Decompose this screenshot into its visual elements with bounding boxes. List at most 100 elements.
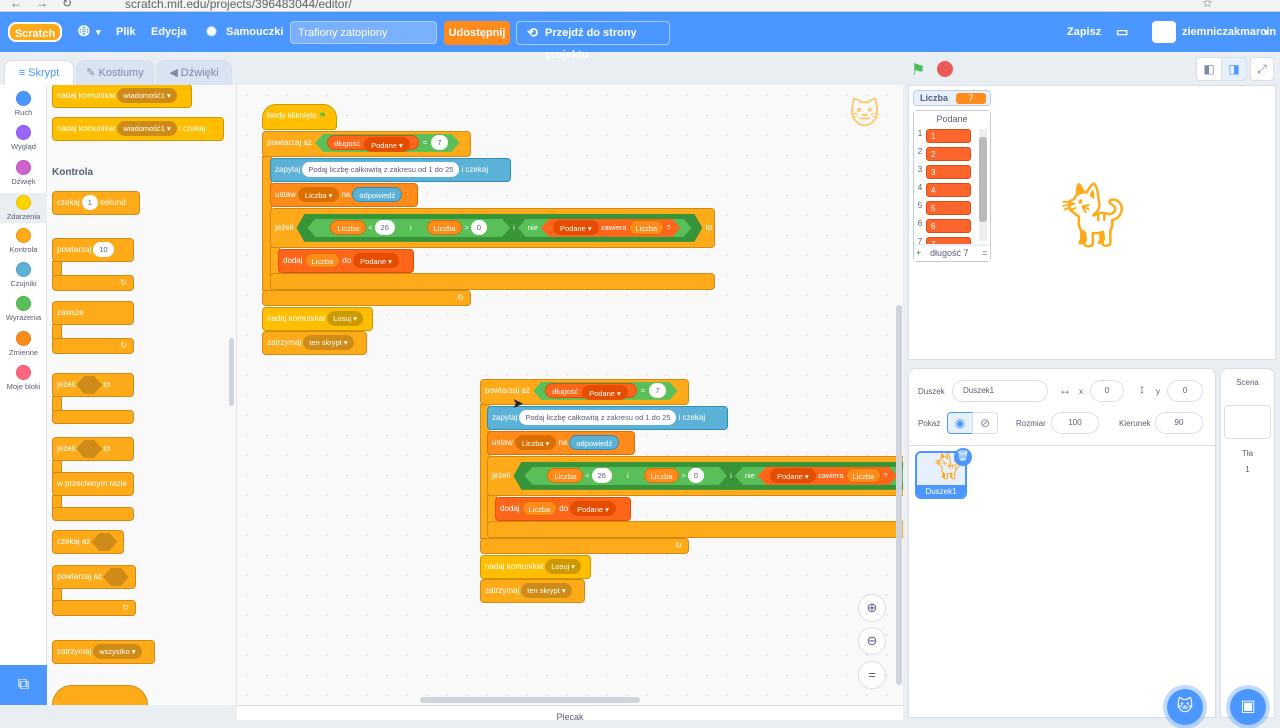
green-flag-button[interactable]: ⚑ xyxy=(911,60,925,80)
category-looks[interactable]: Wygląd xyxy=(0,125,47,151)
and-operator[interactable]: Liczba <26 i Liczba >0 i nie Podane ▾ zawie… xyxy=(296,214,702,242)
list-length-reporter[interactable]: długość Podane ▾ xyxy=(545,383,637,398)
list-item[interactable]: 55 xyxy=(914,201,984,216)
list-item[interactable]: 66 xyxy=(914,219,984,234)
condition-slot[interactable] xyxy=(76,376,102,394)
tab-costumes[interactable]: ✎ Kostiumy xyxy=(76,60,154,85)
count-input[interactable]: 7 xyxy=(431,135,447,150)
sprite-name-input[interactable]: Duszek1 xyxy=(952,380,1048,402)
stop-button[interactable] xyxy=(937,61,953,77)
horizontal-scrollbar[interactable] xyxy=(420,697,640,703)
list-item[interactable]: 22 xyxy=(914,147,984,162)
zoom-in-button[interactable]: ⊕ xyxy=(858,594,886,622)
ask-and-wait-block[interactable]: zapytaj Podaj liczbę całkowitą z zakresu … xyxy=(270,158,511,182)
variable-dropdown[interactable]: Liczba ▾ xyxy=(297,187,340,203)
x-input[interactable]: 0 xyxy=(1090,380,1124,402)
large-stage-button[interactable]: ◨ xyxy=(1221,57,1247,81)
variable-monitor[interactable]: Liczba 7 xyxy=(913,90,991,106)
greater-than-operator[interactable]: Liczba >0 xyxy=(415,219,499,237)
palette-broadcast-and-wait-block[interactable]: nadaj komunikat wiadomość1 ▾ i czekaj xyxy=(52,117,224,141)
zoom-reset-button[interactable]: = xyxy=(858,661,886,689)
palette-wait-block[interactable]: czekaj 1 sekund xyxy=(52,191,140,215)
message-dropdown[interactable]: Losuj ▾ xyxy=(327,311,364,327)
add-to-list-block[interactable]: dodaj Liczba do Podane ▾ xyxy=(278,249,414,273)
not-operator[interactable]: nie Podane ▾ zawiera Liczba? xyxy=(735,467,903,485)
repeat-until-block[interactable]: powtarzaj aż długość Podane ▾ = 7 xyxy=(262,131,471,157)
list-item[interactable]: 11 xyxy=(914,129,984,144)
list-dropdown[interactable]: Podane ▾ xyxy=(770,468,816,483)
save-now-button[interactable]: Zapisz xyxy=(1067,12,1101,52)
stop-dropdown[interactable]: wszystko ▾ xyxy=(93,644,142,660)
username[interactable]: ziemniczakmarcin xyxy=(1182,12,1276,52)
variable-reporter[interactable]: Liczba xyxy=(330,220,366,235)
add-extension-button[interactable]: ⧉ xyxy=(0,665,47,705)
project-title-input[interactable]: Trafiony zatopiony xyxy=(290,21,437,44)
direction-input[interactable]: 90 xyxy=(1155,412,1203,434)
condition-slot[interactable] xyxy=(91,533,117,551)
variable-reporter[interactable]: Liczba xyxy=(304,253,341,269)
cat-sprite[interactable]: 🐈︎ xyxy=(1052,183,1133,247)
y-input[interactable]: 0 xyxy=(1167,380,1203,402)
equals-operator[interactable]: długość Podane ▾ = 7 xyxy=(315,134,459,152)
list-length-reporter[interactable]: długość Podane ▾ xyxy=(327,135,419,150)
variable-dropdown[interactable]: Liczba ▾ xyxy=(514,435,557,451)
variable-reporter[interactable]: Liczba xyxy=(629,220,665,235)
avatar[interactable] xyxy=(1152,21,1176,43)
zoom-out-button[interactable]: ⊖ xyxy=(858,627,886,655)
palette-scrollbar[interactable] xyxy=(229,338,234,406)
language-globe-icon[interactable]: 🌐︎ xyxy=(78,12,90,52)
repeat-input[interactable]: 10 xyxy=(93,242,114,258)
stop-block-2[interactable]: zatrzymaj ten skrypt ▾ xyxy=(480,579,585,603)
script-area[interactable]: 🐱︎ kiedy kliknięto ⚑ powtarzaj aż długoś… xyxy=(237,85,903,705)
menu-edit[interactable]: Edycja xyxy=(151,12,186,52)
list-dropdown[interactable]: Podane ▾ xyxy=(582,385,628,400)
show-hidden-button[interactable]: ⊘ xyxy=(972,412,998,434)
palette-stop-block[interactable]: zatrzymaj wszystko ▾ xyxy=(52,640,155,664)
variable-reporter[interactable]: Liczba xyxy=(427,220,463,235)
stop-dropdown[interactable]: ten skrypt ▾ xyxy=(303,335,354,351)
category-sensing[interactable]: Czujniki xyxy=(0,262,47,288)
list-resize-handle[interactable]: = xyxy=(982,246,987,261)
forward-icon[interactable]: → xyxy=(36,0,48,10)
backpack-header[interactable]: Plecak xyxy=(237,705,903,722)
variable-reporter[interactable]: Liczba xyxy=(521,501,558,517)
list-dropdown[interactable]: Podane ▾ xyxy=(353,253,399,269)
stop-dropdown[interactable]: ten skrypt ▾ xyxy=(521,583,572,599)
palette-hat-block[interactable] xyxy=(52,685,148,705)
palette-if-block[interactable]: jeżeli to xyxy=(52,373,134,397)
list-contains-block[interactable]: Podane ▾ zawiera Liczba? xyxy=(758,467,897,485)
fullscreen-button[interactable]: ⤢ xyxy=(1250,57,1274,81)
variable-reporter[interactable]: Liczba xyxy=(547,468,583,483)
variable-reporter[interactable]: Liczba xyxy=(644,468,680,483)
greater-than-operator[interactable]: Liczba >0 xyxy=(632,467,716,485)
upper-input[interactable]: 26 xyxy=(375,220,395,235)
back-icon[interactable]: ← xyxy=(10,0,22,10)
and-operator[interactable]: Liczba <26 i Liczba >0 i nie Podane ▾ zawie… xyxy=(513,462,903,490)
wait-input[interactable]: 1 xyxy=(81,195,98,211)
category-events[interactable]: Zdarzenia xyxy=(0,193,47,223)
menu-file[interactable]: Plik xyxy=(116,12,136,52)
equals-operator[interactable]: długość Podane ▾ = 7 xyxy=(533,382,677,400)
see-project-page-button[interactable]: ⟲ Przejdź do strony projektu xyxy=(516,21,670,61)
url-bar[interactable]: scratch.mit.edu/projects/396483044/edito… xyxy=(125,0,352,11)
category-operators[interactable]: Wyrażenia xyxy=(0,296,47,322)
condition-slot[interactable] xyxy=(103,568,129,586)
if-then-block-2[interactable]: jeżeli Liczba <26 i Liczba >0 i nie Podane… xyxy=(487,456,903,496)
question-input[interactable]: Podaj liczbę całkowitą z zakresu od 1 do… xyxy=(519,410,677,426)
category-sound[interactable]: Dźwięk xyxy=(0,160,47,186)
palette-wait-until-block[interactable]: czekaj aż xyxy=(52,530,124,554)
share-button[interactable]: Udostępnij xyxy=(444,21,510,45)
reload-icon[interactable]: ↻ xyxy=(62,0,72,10)
list-scrollbar[interactable] xyxy=(979,129,987,241)
list-item[interactable]: 44 xyxy=(914,183,984,198)
broadcast-block-2[interactable]: nadaj komunikat Losuj ▾ xyxy=(480,555,591,579)
add-to-list-block-2[interactable]: dodaj Liczba do Podane ▾ xyxy=(495,497,631,521)
scratch-logo[interactable]: Scratch xyxy=(8,22,62,42)
message-dropdown[interactable]: wiadomość1 ▾ xyxy=(117,121,177,137)
category-control[interactable]: Kontrola xyxy=(0,228,47,254)
set-variable-block[interactable]: ustaw Liczba ▾ na odpowiedź xyxy=(270,183,418,207)
size-input[interactable]: 100 xyxy=(1051,412,1099,434)
category-motion[interactable]: Ruch xyxy=(0,91,47,117)
message-dropdown[interactable]: wiadomość1 ▾ xyxy=(117,88,177,104)
stop-block[interactable]: zatrzymaj ten skrypt ▾ xyxy=(262,331,367,355)
